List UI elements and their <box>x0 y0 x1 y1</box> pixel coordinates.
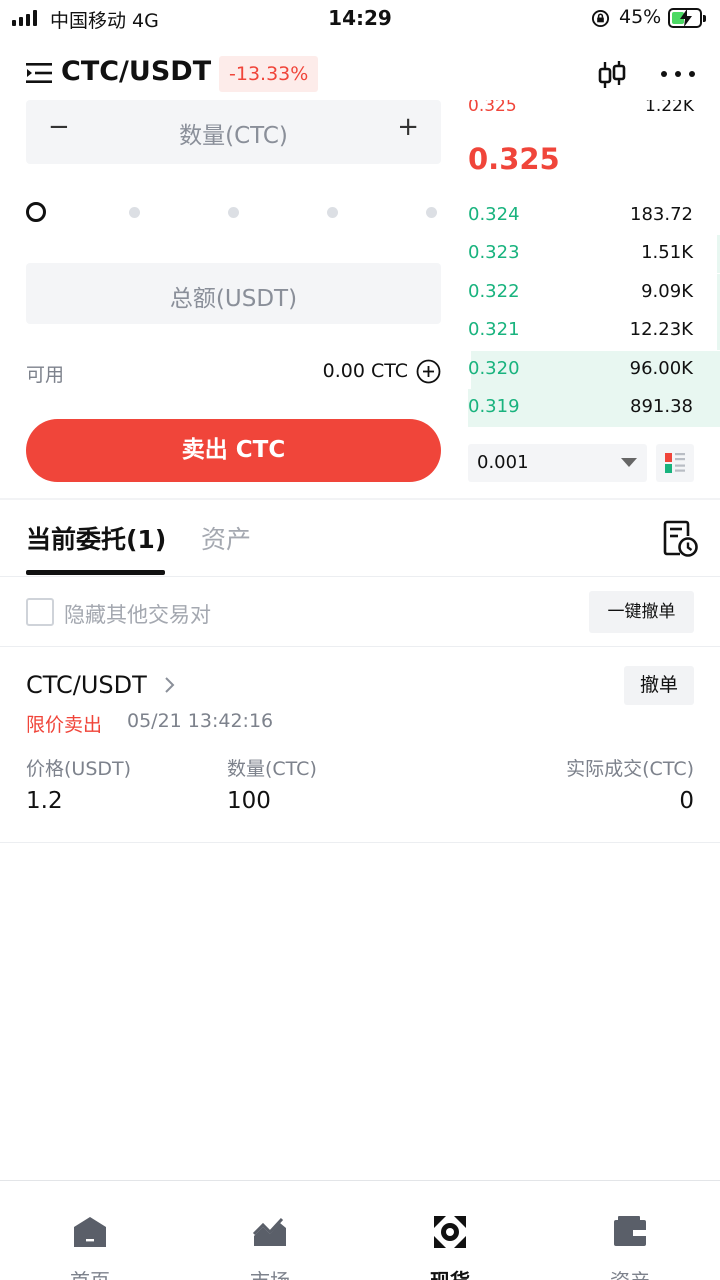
filter-divider <box>0 646 720 647</box>
available-label: 可用 <box>26 364 65 386</box>
bid-row[interactable]: 0.320 96.00K <box>468 350 720 389</box>
total-placeholder: 总额(USDT) <box>169 286 298 312</box>
bid-price: 0.324 <box>468 204 520 225</box>
order-pair[interactable]: CTC/USDT <box>26 671 147 699</box>
tab-divider <box>0 576 720 577</box>
more-icon[interactable] <box>660 70 696 78</box>
active-tab-indicator <box>26 570 165 575</box>
filled-value: 0 <box>679 788 694 814</box>
nav-label-market: 市场 <box>180 1265 360 1280</box>
bid-row[interactable]: 0.322 9.09K <box>468 273 720 312</box>
slider-step-25[interactable] <box>129 207 140 218</box>
battery-percent: 45% <box>619 6 662 28</box>
candlestick-chart-icon[interactable] <box>596 59 628 91</box>
section-divider <box>0 498 720 500</box>
sell-button[interactable]: 卖出 CTC <box>26 419 441 482</box>
home-icon <box>74 1217 106 1247</box>
increase-quantity-button[interactable]: + <box>397 112 419 142</box>
bid-row[interactable]: 0.324 183.72 <box>468 197 720 235</box>
bid-row[interactable]: 0.319 891.38 <box>468 389 720 427</box>
menu-icon[interactable] <box>26 60 52 86</box>
ask-quantity: 1.22K <box>645 100 694 116</box>
nav-item-home[interactable]: 首页 <box>0 1181 180 1280</box>
tab-open-orders[interactable]: 当前委托(1) <box>26 520 166 556</box>
order-history-icon[interactable] <box>663 519 699 557</box>
bid-quantity: 96.00K <box>629 357 693 379</box>
order-book: 0.325 1.22K 0.325 0.324 183.72 0.323 1.51K 0… <box>468 100 720 430</box>
bid-quantity: 891.38 <box>630 396 693 417</box>
bid-row[interactable]: 0.321 12.23K <box>468 312 720 351</box>
order-type: 限价卖出 <box>26 714 103 736</box>
add-circle-icon[interactable] <box>416 359 441 384</box>
available-value: 0.00 CTC <box>322 360 408 382</box>
slider-step-50[interactable] <box>228 207 239 218</box>
tab-assets[interactable]: 资产 <box>201 520 251 556</box>
clock: 14:29 <box>328 6 392 30</box>
bottom-nav: 首页 市场 现货 资产 <box>0 1180 720 1280</box>
wallet-icon <box>614 1216 646 1246</box>
quantity-input[interactable]: − 数量(CTC) + <box>26 100 441 164</box>
quantity-label: 数量(CTC) <box>227 758 317 780</box>
precision-select[interactable]: 0.001 <box>468 444 647 482</box>
hide-other-pairs-label[interactable]: 隐藏其他交易对 <box>64 599 211 629</box>
bid-row[interactable]: 0.323 1.51K <box>468 235 720 274</box>
filled-label: 实际成交(CTC) <box>566 758 694 780</box>
bid-price: 0.319 <box>468 396 520 417</box>
cancel-order-button[interactable]: 撤单 <box>624 666 694 705</box>
quantity-placeholder: 数量(CTC) <box>179 123 288 149</box>
price-label: 价格(USDT) <box>26 758 132 780</box>
amount-slider[interactable] <box>26 199 441 223</box>
rotation-lock-icon <box>591 9 610 28</box>
total-input[interactable]: 总额(USDT) <box>26 263 441 324</box>
slider-step-75[interactable] <box>327 207 338 218</box>
chevron-right-icon[interactable] <box>164 676 176 694</box>
order-time: 05/21 13:42:16 <box>127 710 274 732</box>
market-chart-icon <box>252 1217 286 1246</box>
header: CTC/USDT -13.33% <box>0 46 720 102</box>
bid-quantity: 9.09K <box>641 280 693 302</box>
slider-handle[interactable] <box>26 202 46 222</box>
orderbook-layout-button[interactable] <box>656 444 694 482</box>
cancel-all-button[interactable]: 一键撤单 <box>589 591 694 633</box>
nav-item-spot[interactable]: 现货 <box>360 1181 540 1280</box>
chevron-down-icon <box>621 458 637 467</box>
slider-step-100[interactable] <box>426 207 437 218</box>
price-value: 1.2 <box>26 788 63 814</box>
bid-price: 0.321 <box>468 319 520 341</box>
nav-label-spot: 现货 <box>360 1265 540 1280</box>
nav-item-market[interactable]: 市场 <box>180 1181 360 1280</box>
battery-icon <box>668 8 706 28</box>
bid-price: 0.322 <box>468 280 520 302</box>
status-bar: 中国移动 4G 14:29 45% <box>0 0 720 38</box>
page-title[interactable]: CTC/USDT <box>61 56 211 87</box>
ask-price: 0.325 <box>468 100 517 116</box>
nav-label-home: 首页 <box>0 1265 180 1280</box>
orderbook-layout-icon <box>665 453 685 473</box>
change-badge: -13.33% <box>219 56 319 92</box>
spot-icon <box>434 1216 466 1248</box>
bid-quantity: 183.72 <box>630 204 693 225</box>
nav-label-assets: 资产 <box>540 1265 720 1280</box>
order-divider <box>0 842 720 843</box>
bid-quantity: 12.23K <box>629 319 693 341</box>
bid-quantity: 1.51K <box>641 242 693 264</box>
quantity-value: 100 <box>227 788 271 814</box>
precision-value: 0.001 <box>477 452 529 473</box>
nav-item-assets[interactable]: 资产 <box>540 1181 720 1280</box>
ask-row-partial[interactable]: 0.325 1.22K <box>468 100 694 116</box>
last-price: 0.325 <box>468 142 560 176</box>
hide-other-pairs-checkbox[interactable] <box>26 598 54 626</box>
bid-price: 0.320 <box>468 357 520 379</box>
bid-price: 0.323 <box>468 242 520 264</box>
